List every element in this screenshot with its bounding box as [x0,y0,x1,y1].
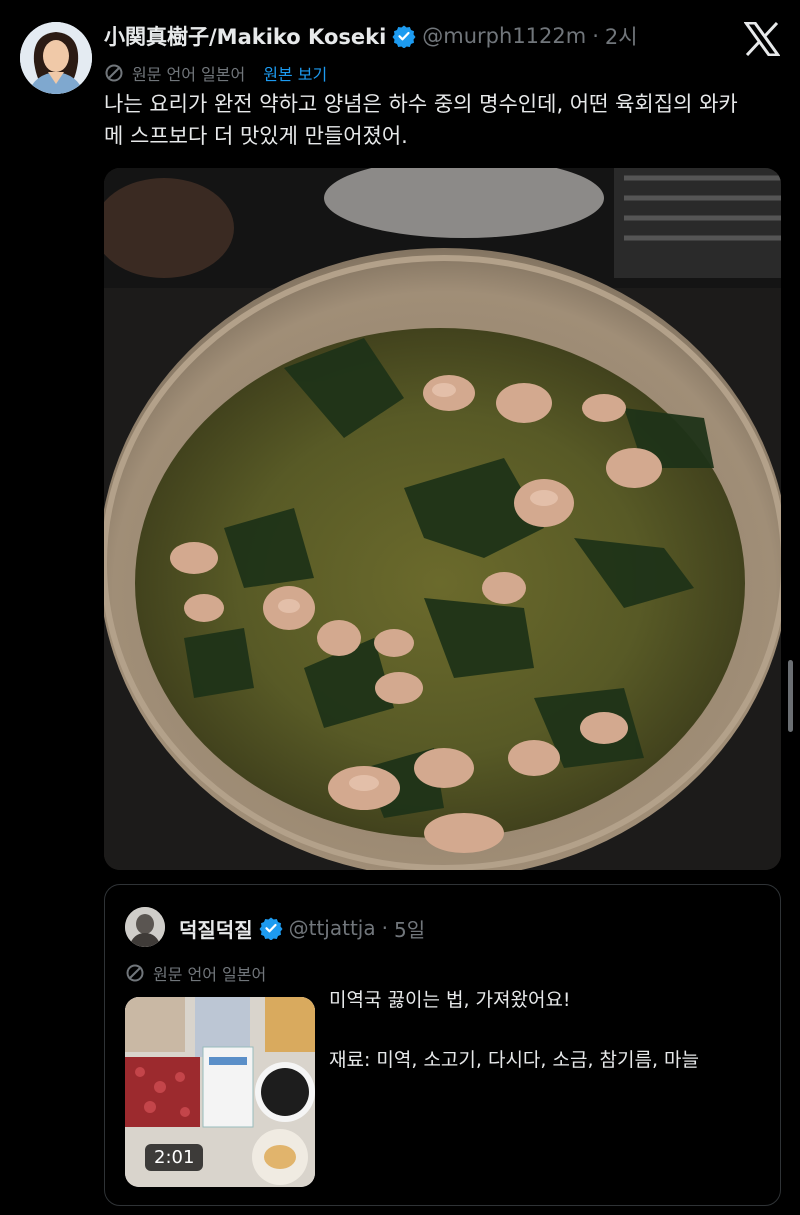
quote-text-gap [329,1015,749,1045]
tweet-text-line: 메 스프보다 더 맛있게 만들어졌어. [104,124,408,148]
verified-badge-icon [259,917,283,940]
soup-pot-image [104,168,781,870]
tweet-time[interactable]: 2시 [605,21,638,51]
tweet-text: 나는 요리가 완전 약하고 양념은 하수 중의 명수인데, 어떤 육회집의 와카… [104,88,794,152]
quote-author-avatar[interactable] [125,907,165,947]
quote-video-thumbnail[interactable]: 2:01 [125,997,315,1187]
quote-header-separator: · [381,916,388,940]
author-avatar[interactable] [20,22,92,94]
quote-author-handle[interactable]: @ttjattja [289,916,376,940]
tweet-header: 小関真樹子/Makiko Koseki @murph1122m · 2시 [104,20,638,52]
author-name[interactable]: 小関真樹子/Makiko Koseki [104,21,386,51]
quote-text: 미역국 끓이는 법, 가져왔어요! 재료: 미역, 소고기, 다시다, 소금, … [329,985,749,1075]
translation-bar: 원문 언어 일본어 원본 보기 [104,60,327,86]
tweet-text-line: 나는 요리가 완전 약하고 양념은 하수 중의 명수인데, 어떤 육회집의 와카 [104,92,738,116]
quote-text-ingredients: 재료: 미역, 소고기, 다시다, 소금, 참기름, 마늘 [329,1049,699,1071]
tweet-photo[interactable] [104,168,781,870]
quote-translation-note: 원문 언어 일본어 [153,965,267,984]
header-separator: · [592,24,599,48]
quote-text-title: 미역국 끓이는 법, 가져왔어요! [329,989,571,1011]
verified-badge-icon [392,25,416,48]
video-duration: 2:01 [145,1144,204,1171]
scrollbar[interactable] [788,660,793,732]
quote-time[interactable]: 5일 [394,914,425,943]
show-original-link[interactable]: 원본 보기 [263,61,327,85]
quote-translation-bar: 원문 언어 일본어 [125,961,266,985]
avatar-image [20,22,92,94]
translate-icon [126,964,144,982]
quote-header: 덕질덕질 @ttjattja · 5일 [179,913,425,943]
quote-avatar-image [125,907,165,947]
translation-note: 원문 언어 일본어 [132,65,246,84]
quote-tweet-card[interactable]: 덕질덕질 @ttjattja · 5일 원문 언어 일본어 2:01 미역국 끓… [104,884,781,1206]
x-logo-icon[interactable] [744,22,780,56]
author-handle[interactable]: @murph1122m [422,24,586,48]
translate-icon [105,64,123,82]
quote-author-name[interactable]: 덕질덕질 [179,914,253,943]
